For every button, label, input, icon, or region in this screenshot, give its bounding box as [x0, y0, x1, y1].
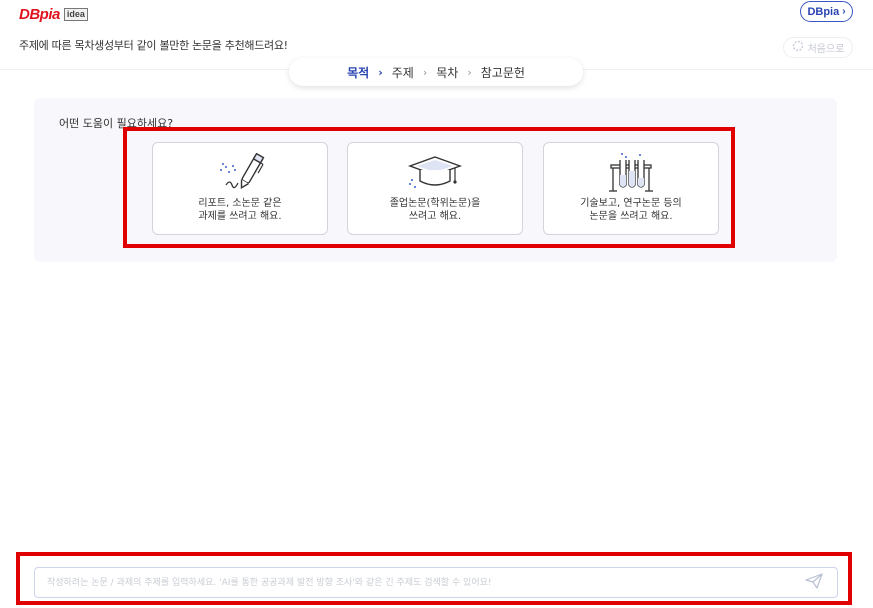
refresh-icon [792, 40, 804, 55]
highlight-box-topic-input [16, 552, 852, 605]
chevron-right-icon: › [842, 6, 846, 17]
logo-text: DBpia [19, 5, 60, 23]
dbpia-link-button[interactable]: DBpia › [800, 1, 853, 22]
reset-button[interactable]: 처음으로 [783, 37, 853, 58]
step-purpose[interactable]: 목적 [338, 64, 378, 81]
reset-button-label: 처음으로 [807, 44, 845, 55]
logo-badge: idea [63, 7, 88, 21]
step-toc[interactable]: 목차 [427, 64, 467, 81]
highlight-box-purpose-cards [123, 127, 735, 248]
step-navigation: 목적 › 주제 › 목차 › 참고문헌 [289, 58, 583, 86]
dbpia-button-label: DBpia [807, 5, 840, 18]
step-references[interactable]: 참고문헌 [472, 64, 534, 81]
dbpia-idea-logo[interactable]: DBpia idea [19, 5, 88, 23]
step-topic[interactable]: 주제 [383, 64, 423, 81]
page-subtitle: 주제에 따른 목차생성부터 같이 볼만한 논문을 추천해드려요! [19, 39, 288, 52]
